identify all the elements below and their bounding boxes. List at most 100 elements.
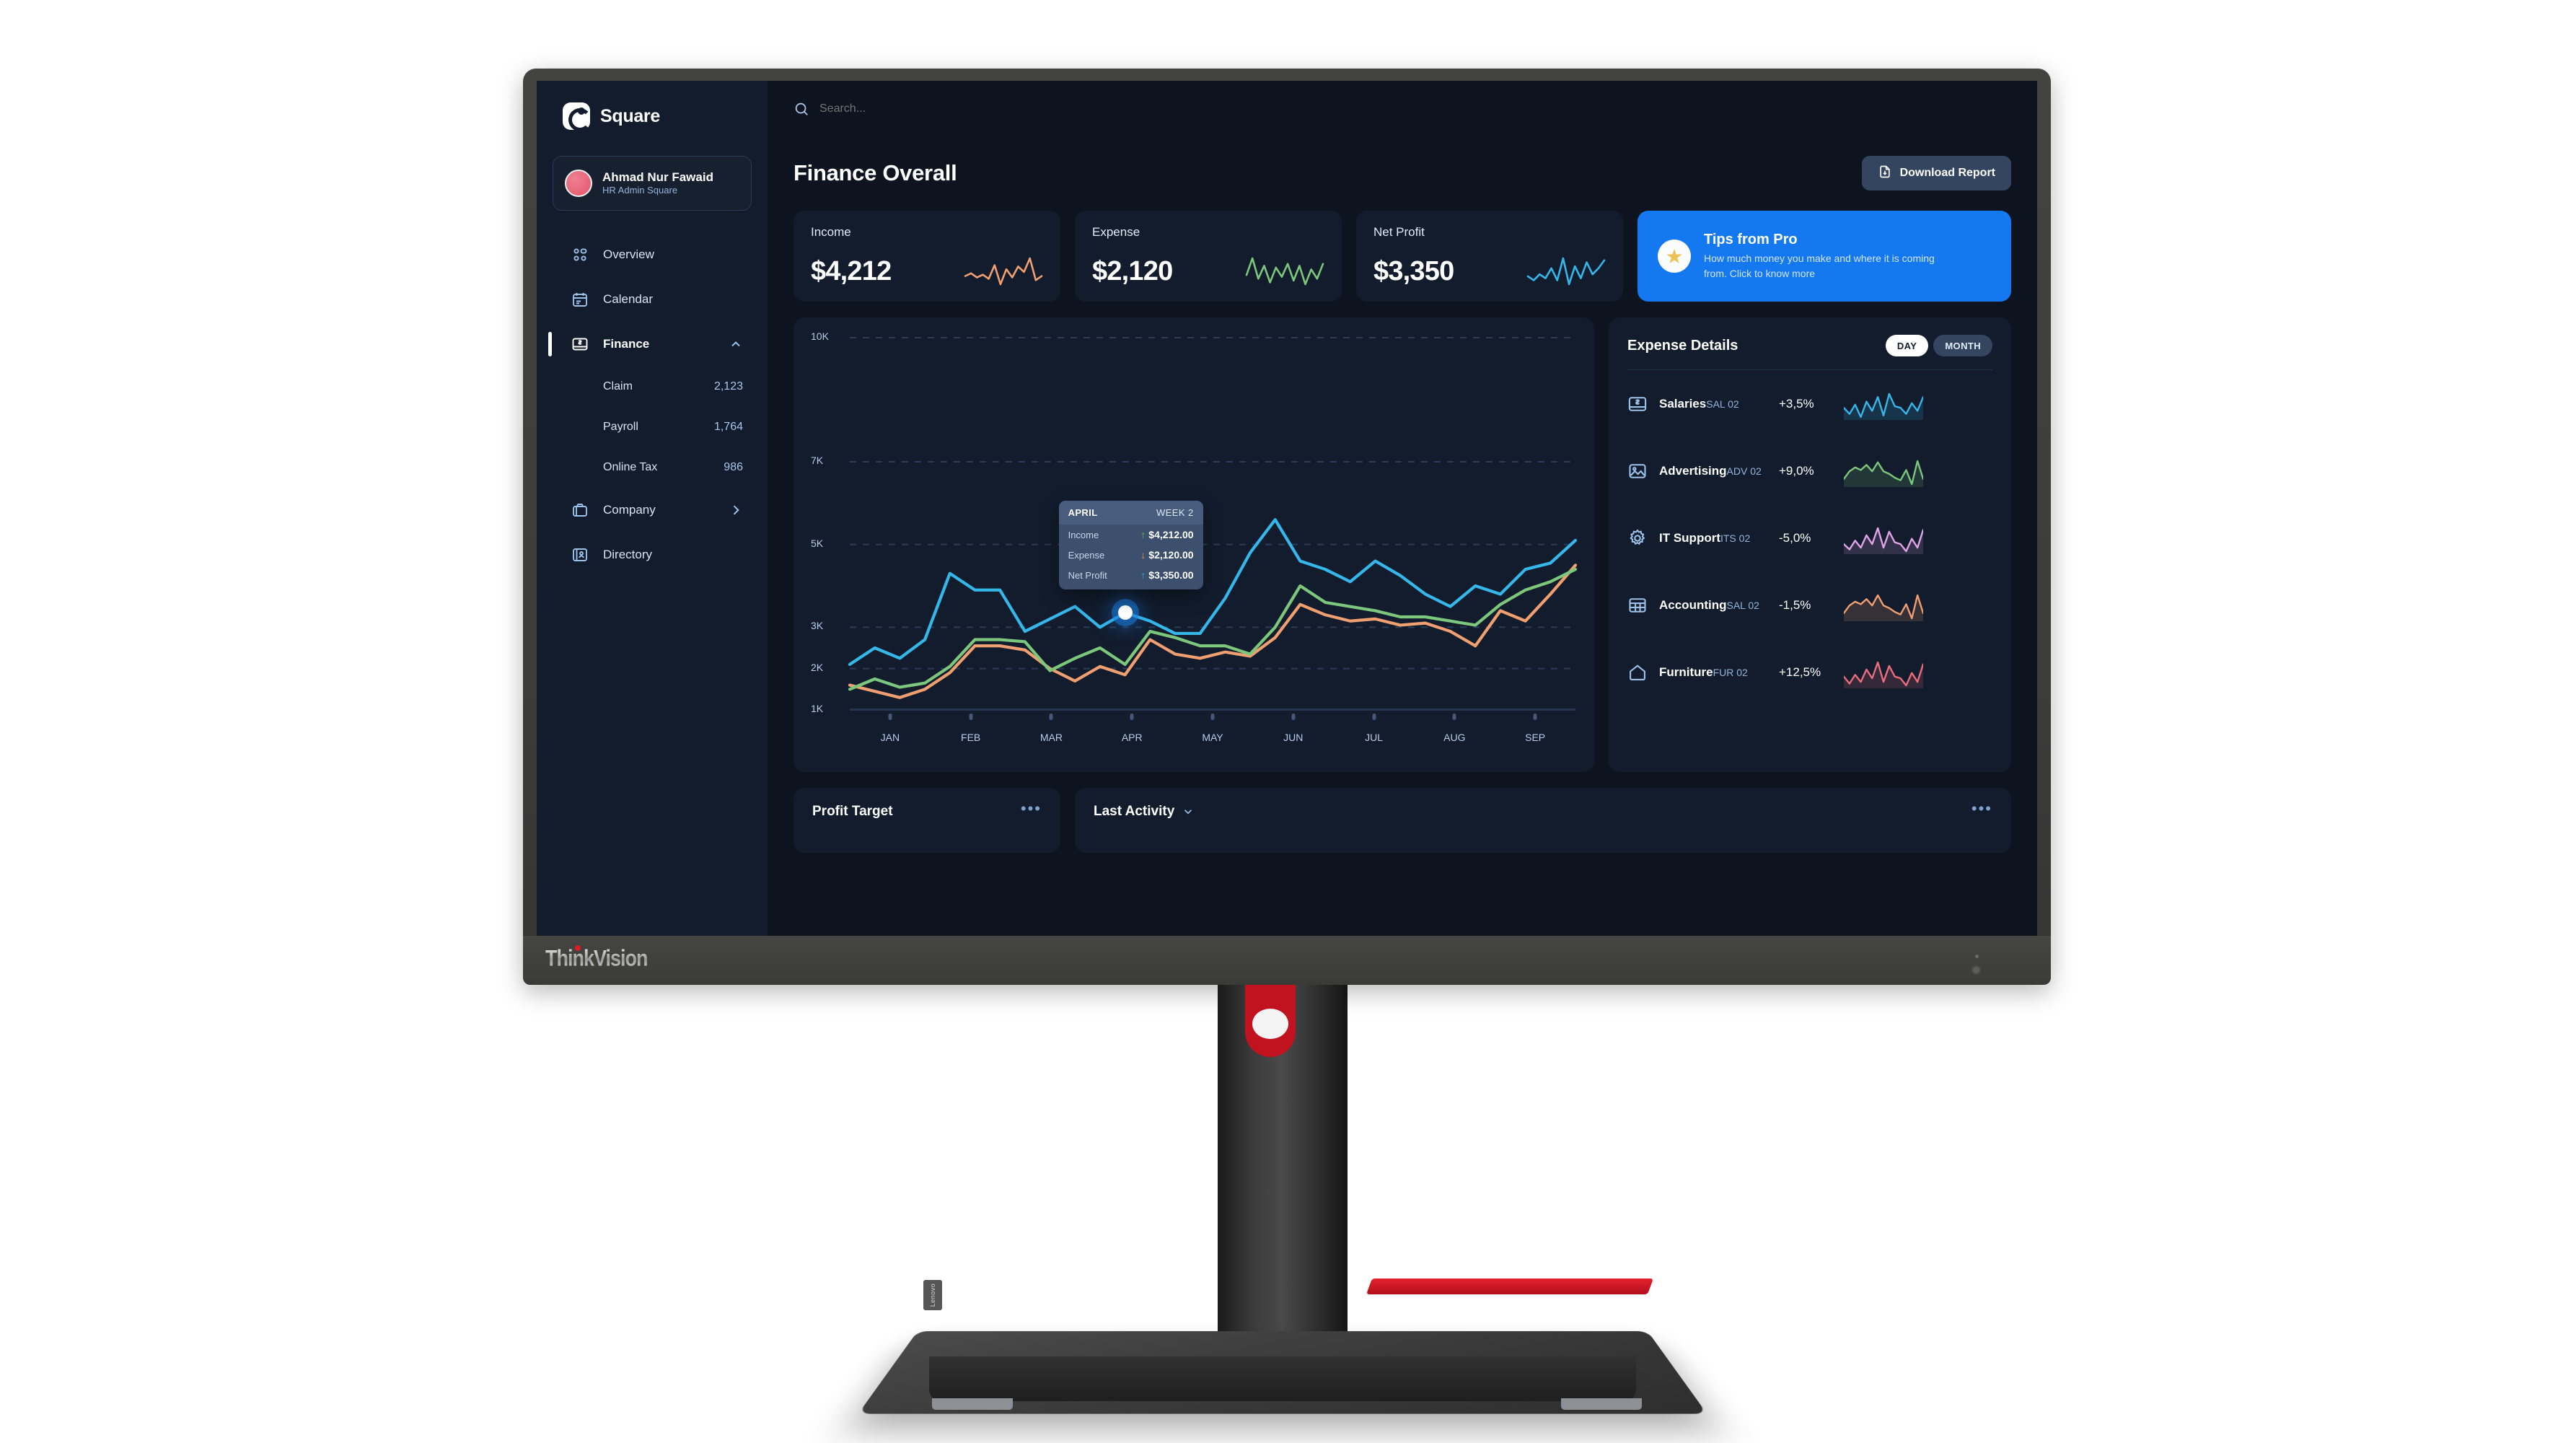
download-report-label: Download Report: [1899, 167, 1995, 179]
thinkvision-logo: ThinkVision: [545, 944, 649, 971]
expense-sparkline: [1844, 392, 1923, 420]
x-axis-tick: [1452, 714, 1456, 720]
y-axis-label: 5K: [811, 537, 824, 549]
finance-chart-card[interactable]: 1K 2K 3K 5K 7K 10K JAN FEB MAR APR MAY JUN JUL AUG SEP…: [794, 317, 1594, 772]
tooltip-row-income: Income ↑ $4,212.00: [1059, 525, 1203, 545]
expense-code: ITS 02: [1720, 532, 1751, 544]
toggle-day[interactable]: DAY: [1885, 335, 1929, 356]
stat-card-expense[interactable]: Expense $2,120: [1075, 211, 1342, 302]
x-axis-label: JUL: [1365, 732, 1383, 743]
ellipsis-icon[interactable]: •••: [1971, 800, 1992, 816]
sidebar-item-overview[interactable]: Overview: [537, 232, 768, 277]
monitor-base-front: [929, 1356, 1636, 1401]
x-axis-tick: [969, 714, 973, 720]
tips-from-pro-card[interactable]: ★ Tips from Pro How much money you make …: [1638, 211, 2011, 302]
image-icon: [1627, 461, 1648, 481]
search-input[interactable]: [819, 102, 1079, 115]
tooltip-row-net-profit: Net Profit ↑ $3,350.00: [1059, 565, 1203, 589]
expense-row[interactable]: FurnitureFUR 02 +12,5%: [1627, 639, 1992, 706]
expense-code: SAL 02: [1706, 398, 1739, 410]
tooltip-value: ↑ $4,212.00: [1140, 529, 1194, 541]
panels-row: 1K 2K 3K 5K 7K 10K JAN FEB MAR APR MAY JUN JUL AUG SEP…: [794, 317, 2011, 772]
sidebar-item-calendar[interactable]: Calendar: [537, 277, 768, 322]
osd-button[interactable]: [1975, 955, 1979, 958]
expense-sparkline: [1245, 257, 1324, 286]
gear-icon: [1627, 528, 1648, 548]
x-axis-label: MAR: [1039, 732, 1063, 743]
sidebar-item-company[interactable]: Company: [537, 488, 768, 532]
sidebar-nav: Overview Calendar Finance Claim 2,123 Pa…: [537, 232, 768, 577]
sidebar-subitem-claim[interactable]: Claim 2,123: [537, 367, 768, 407]
sidebar-item-label: Overview: [603, 247, 654, 261]
ellipsis-icon[interactable]: •••: [1021, 800, 1042, 816]
tips-title: Tips from Pro: [1704, 232, 1798, 248]
tooltip-value: ↑ $3,350.00: [1140, 569, 1194, 582]
profit-target-card[interactable]: Profit Target •••: [794, 788, 1060, 853]
money-card-icon: [571, 335, 589, 353]
x-axis-label: JAN: [880, 732, 900, 743]
x-axis-tick: [1291, 714, 1296, 720]
home-icon: [1627, 662, 1648, 683]
page-title: Finance Overall: [794, 160, 957, 185]
lenovo-badge: Lenovo: [923, 1280, 942, 1310]
stat-value: $4,212: [811, 256, 892, 286]
sidebar-item-finance[interactable]: Finance: [537, 322, 768, 367]
last-activity-card[interactable]: Last Activity •••: [1075, 788, 2011, 853]
top-bar: [768, 81, 2037, 137]
sidebar-subitem-payroll[interactable]: Payroll 1,764: [537, 407, 768, 447]
chevron-right-icon[interactable]: [729, 503, 743, 517]
subitem-count: 1,764: [713, 421, 743, 433]
x-axis-label: JUN: [1283, 732, 1304, 743]
page-header: Finance Overall Download Report: [794, 156, 2011, 190]
x-axis-line: [850, 709, 1575, 710]
expense-row[interactable]: AdvertisingADV 02 +9,0%: [1627, 437, 1992, 504]
expense-sparkline: [1844, 527, 1923, 554]
expense-details-card: Expense Details DAY MONTH SalariesSAL 02…: [1609, 317, 2011, 772]
sidebar: Square Ahmad Nur Fawaid HR Admin Square: [537, 81, 768, 936]
tooltip-label: Income: [1068, 529, 1099, 540]
brand: Square: [537, 81, 768, 131]
chart-highlight-point[interactable]: [1117, 605, 1133, 620]
x-axis-label: MAY: [1202, 732, 1223, 743]
avatar: [565, 170, 592, 197]
x-axis-tick: [1130, 714, 1134, 720]
expense-percent: +9,0%: [1779, 463, 1814, 478]
x-axis-label: AUG: [1443, 732, 1466, 743]
expense-code: ADV 02: [1726, 465, 1762, 477]
x-axis-tick: [1049, 714, 1053, 720]
expense-sparkline: [1844, 460, 1923, 487]
stat-cards-row: Income $4,212 Expense $2,120 Net Profit: [794, 211, 2011, 302]
user-profile-card[interactable]: Ahmad Nur Fawaid HR Admin Square: [553, 156, 752, 211]
toggle-month[interactable]: MONTH: [1933, 335, 1992, 356]
money-card-icon: [1627, 394, 1648, 414]
stat-value: $3,350: [1373, 256, 1454, 286]
x-axis-tick: [888, 714, 892, 720]
expense-row[interactable]: SalariesSAL 02 +3,5%: [1627, 370, 1992, 437]
chevron-up-icon[interactable]: [729, 337, 743, 351]
sidebar-item-label: Company: [603, 503, 656, 517]
subitem-count: 2,123: [713, 380, 743, 392]
base-red-accent: [1366, 1278, 1654, 1294]
stat-card-net-profit[interactable]: Net Profit $3,350: [1356, 211, 1623, 302]
base-foot-right: [1561, 1398, 1642, 1410]
sidebar-item-directory[interactable]: Directory: [537, 532, 768, 577]
y-axis-label: 1K: [811, 703, 824, 714]
bottom-row: Profit Target ••• Last Activity •••: [794, 788, 2011, 853]
expense-row[interactable]: AccountingSAL 02 -1,5%: [1627, 571, 1992, 639]
chart-tooltip: APRIL WEEK 2 Income ↑ $4,212.00 Expense: [1058, 501, 1203, 590]
search-icon[interactable]: [794, 101, 809, 117]
expense-row[interactable]: IT SupportITS 02 -5,0%: [1627, 504, 1992, 571]
main-content: Finance Overall Download Report Income $…: [768, 137, 2037, 936]
grid-icon: [571, 246, 589, 263]
chevron-down-icon[interactable]: [1182, 805, 1195, 818]
x-axis-label: FEB: [961, 732, 981, 743]
stat-card-income[interactable]: Income $4,212: [794, 211, 1060, 302]
calendar-icon: [571, 291, 589, 308]
stat-label: Expense: [1092, 225, 1140, 239]
tips-body: How much money you make and where it is …: [1704, 253, 1935, 279]
sidebar-subitem-online-tax[interactable]: Online Tax 986: [537, 447, 768, 488]
y-axis-label: 2K: [811, 661, 824, 673]
thinkvision-logo-dot: [575, 945, 581, 951]
download-report-button[interactable]: Download Report: [1861, 156, 2011, 190]
arrow-up-icon: ↑: [1140, 529, 1146, 541]
